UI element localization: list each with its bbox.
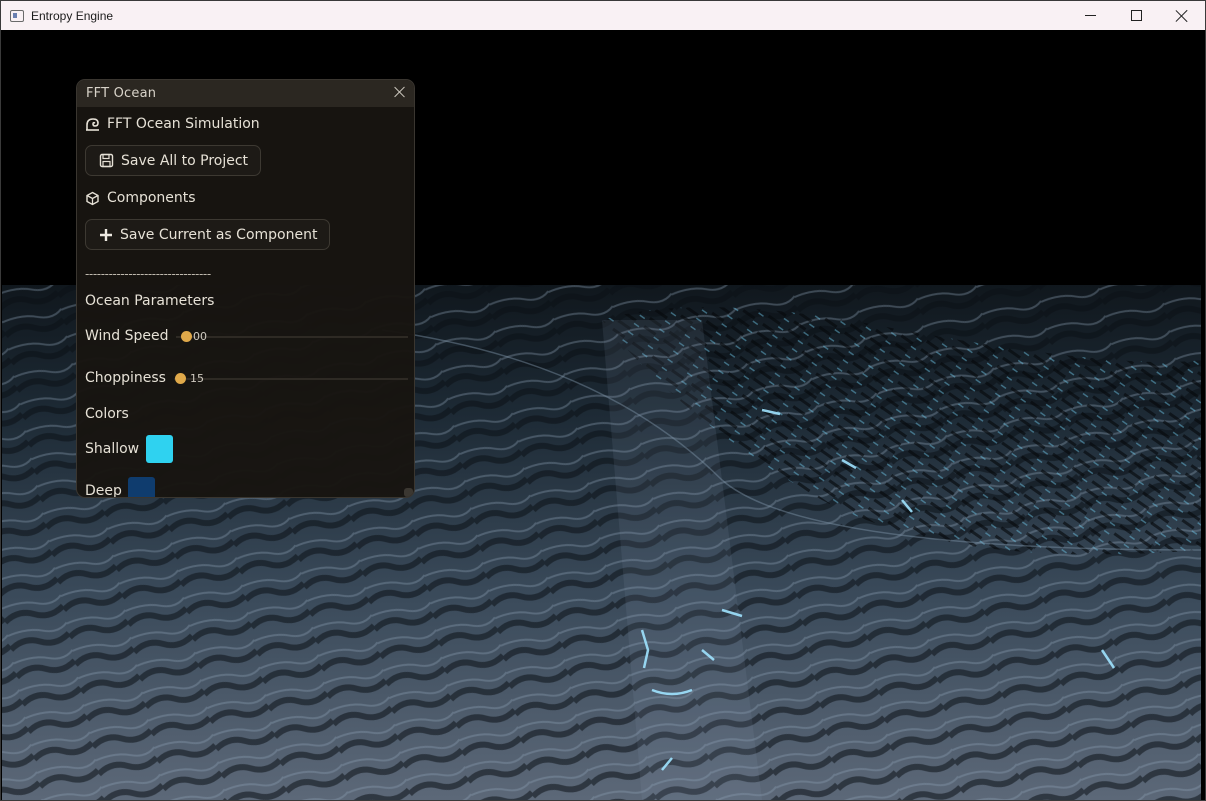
choppiness-slider-handle[interactable] bbox=[175, 373, 186, 384]
cube-icon bbox=[86, 191, 99, 205]
ocean-params-header: Ocean Parameters bbox=[85, 293, 215, 309]
wind-speed-value: 00 bbox=[193, 330, 207, 343]
deep-label: Deep bbox=[85, 483, 122, 498]
deep-color-swatch[interactable] bbox=[128, 477, 155, 497]
choppiness-slider[interactable] bbox=[174, 378, 408, 380]
panel-title-bar[interactable]: FFT Ocean bbox=[77, 80, 414, 107]
app-window-icon bbox=[10, 9, 24, 22]
colors-header: Colors bbox=[85, 406, 129, 422]
plus-icon bbox=[100, 228, 112, 241]
section-title: FFT Ocean Simulation bbox=[107, 116, 260, 132]
wind-speed-slider-handle[interactable] bbox=[181, 331, 192, 342]
choppiness-label: Choppiness bbox=[85, 370, 166, 386]
shallow-label: Shallow bbox=[85, 441, 140, 457]
separator-text: -------------------------------- bbox=[85, 267, 211, 281]
wave-icon bbox=[86, 117, 99, 131]
save-icon bbox=[99, 153, 114, 168]
app-window: Entropy Engine FFT Ocean FFT Ocean Simul… bbox=[0, 0, 1206, 801]
fft-ocean-panel[interactable]: FFT Ocean FFT Ocean Simulation Save All … bbox=[76, 79, 415, 498]
maximize-icon bbox=[1130, 10, 1142, 21]
minimize-button[interactable] bbox=[1067, 1, 1113, 30]
maximize-button[interactable] bbox=[1113, 1, 1159, 30]
panel-scrollbar[interactable] bbox=[404, 488, 413, 497]
minimize-icon bbox=[1084, 15, 1096, 16]
save-component-button[interactable]: Save Current as Component bbox=[85, 219, 331, 250]
close-icon bbox=[1176, 10, 1188, 22]
panel-title: FFT Ocean bbox=[86, 86, 157, 101]
close-window-button[interactable] bbox=[1159, 1, 1205, 30]
shallow-color-swatch[interactable] bbox=[146, 435, 173, 463]
window-title: Entropy Engine bbox=[31, 8, 114, 23]
wind-speed-label: Wind Speed bbox=[85, 328, 169, 344]
window-controls bbox=[1067, 1, 1205, 30]
save-all-button[interactable]: Save All to Project bbox=[85, 145, 262, 176]
save-all-label: Save All to Project bbox=[121, 152, 249, 169]
save-component-label: Save Current as Component bbox=[120, 226, 318, 243]
title-bar[interactable]: Entropy Engine bbox=[1, 1, 1205, 30]
close-icon[interactable] bbox=[394, 86, 406, 98]
components-header: Components bbox=[107, 190, 196, 206]
choppiness-value: 15 bbox=[190, 372, 204, 385]
section-title-row: FFT Ocean Simulation bbox=[85, 116, 260, 132]
wind-speed-slider[interactable] bbox=[176, 336, 408, 338]
components-header-row: Components bbox=[85, 190, 196, 206]
